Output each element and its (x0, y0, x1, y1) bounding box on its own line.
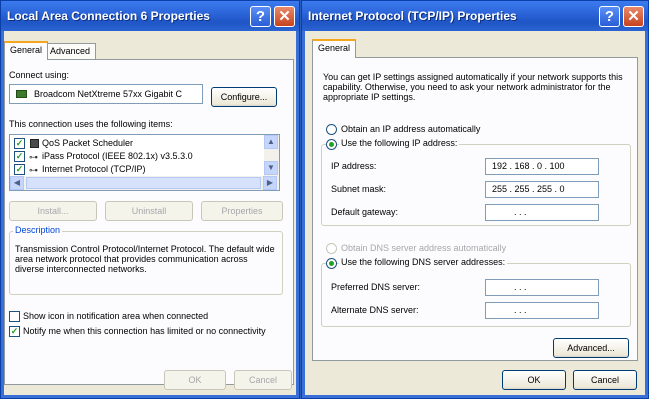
uninstall-button[interactable]: Uninstall (105, 201, 193, 221)
adapter-name: Broadcom NetXtreme 57xx Gigabit C (34, 89, 183, 99)
preferred-dns-field[interactable]: . . . (485, 279, 599, 296)
list-item[interactable]: ✓ QoS Packet Scheduler (10, 137, 260, 150)
use-following-ip-label: Use the following IP address: (339, 138, 460, 148)
qos-checkbox[interactable]: ✓ (14, 138, 25, 149)
use-following-dns-label: Use the following DNS server addresses: (339, 257, 508, 267)
items-label: This connection uses the following items… (9, 119, 173, 129)
left-general-panel: Connect using: Broadcom NetXtreme 57xx G… (4, 59, 294, 385)
right-cancel-button[interactable]: Cancel (573, 370, 637, 390)
scroll-down-icon[interactable]: ▼ (264, 161, 278, 175)
gateway-label: Default gateway: (331, 207, 399, 217)
gateway-field[interactable]: . . . (485, 204, 599, 221)
ip-address-label: IP address: (331, 161, 377, 171)
preferred-dns-label: Preferred DNS server: (331, 282, 421, 292)
qos-icon (30, 139, 39, 148)
right-general-panel: You can get IP settings assigned automat… (312, 57, 638, 361)
obtain-ip-auto-radio[interactable] (326, 124, 337, 135)
qos-label: QoS Packet Scheduler (42, 138, 134, 148)
adapter-name-box: Broadcom NetXtreme 57xx Gigabit C (9, 84, 203, 104)
description-text: Transmission Control Protocol/Internet P… (15, 244, 275, 274)
tcpip-properties-window: Internet Protocol (TCP/IP) Properties ? … (301, 0, 649, 399)
left-window-title: Local Area Connection 6 Properties (7, 9, 210, 23)
show-icon-label: Show icon in notification area when conn… (23, 311, 209, 321)
connect-using-label: Connect using: (9, 70, 70, 80)
install-button[interactable]: Install... (9, 201, 97, 221)
properties-button[interactable]: Properties (201, 201, 283, 221)
list-item[interactable]: ✓ ⊶ iPass Protocol (IEEE 802.1x) v3.5.3.… (10, 150, 260, 163)
show-icon-checkbox[interactable] (9, 311, 20, 322)
horizontal-scrollbar[interactable]: ◀ ▶ (10, 176, 279, 190)
ipass-label: iPass Protocol (IEEE 802.1x) v3.5.3.0 (42, 151, 193, 161)
obtain-dns-auto-radio[interactable] (326, 243, 337, 254)
subnet-field[interactable]: 255 . 255 . 255 . 0 (485, 181, 599, 198)
components-list: ✓ QoS Packet Scheduler ✓ ⊶ iPass Protoco… (9, 134, 280, 191)
tab-advanced-label: Advanced (50, 46, 91, 56)
local-area-connection-window: Local Area Connection 6 Properties ? ✕ G… (0, 0, 300, 399)
alternate-dns-field[interactable]: . . . (485, 302, 599, 319)
left-ok-button[interactable]: OK (164, 370, 226, 390)
tcpip-checkbox[interactable]: ✓ (14, 164, 25, 175)
notify-checkbox[interactable]: ✓ (9, 326, 20, 337)
advanced-button[interactable]: Advanced... (553, 338, 629, 358)
left-cancel-button[interactable]: Cancel (234, 370, 292, 390)
tab-general[interactable]: General (312, 39, 357, 58)
scroll-up-icon[interactable]: ▲ (264, 135, 278, 149)
right-ok-button[interactable]: OK (502, 370, 566, 390)
right-window-title: Internet Protocol (TCP/IP) Properties (308, 9, 517, 23)
right-help-button[interactable]: ? (599, 6, 620, 27)
left-close-button[interactable]: ✕ (274, 6, 295, 27)
list-item[interactable]: ✓ ⊶ Internet Protocol (TCP/IP) (10, 163, 260, 176)
protocol-icon: ⊶ (29, 152, 38, 162)
tcpip-label: Internet Protocol (TCP/IP) (42, 164, 146, 174)
scroll-right-icon[interactable]: ▶ (263, 176, 277, 190)
intro-text: You can get IP settings assigned automat… (323, 72, 623, 102)
left-client-area: General Advanced Connect using: Broadcom… (4, 31, 296, 395)
tab-general-label: General (318, 43, 351, 53)
obtain-ip-auto-label: Obtain an IP address automatically (341, 124, 481, 134)
vertical-scrollbar[interactable]: ▲ ▼ (264, 135, 279, 176)
subnet-label: Subnet mask: (331, 184, 387, 194)
tab-general[interactable]: General (4, 41, 49, 60)
description-title: Description (13, 225, 63, 235)
tab-advanced[interactable]: Advanced (44, 43, 97, 60)
left-help-button[interactable]: ? (250, 6, 271, 27)
alternate-dns-label: Alternate DNS server: (331, 305, 419, 315)
protocol-icon: ⊶ (29, 165, 38, 175)
notify-label: Notify me when this connection has limit… (23, 326, 266, 336)
scroll-thumb[interactable] (26, 177, 261, 189)
use-following-ip-radio[interactable] (326, 139, 337, 150)
network-adapter-icon (16, 90, 27, 98)
ip-address-field[interactable]: 192 . 168 . 0 . 100 (485, 158, 599, 175)
right-close-button[interactable]: ✕ (623, 6, 644, 27)
tab-general-label: General (10, 45, 43, 55)
scroll-left-icon[interactable]: ◀ (10, 176, 24, 190)
use-following-dns-radio[interactable] (326, 258, 337, 269)
configure-button[interactable]: Configure... (211, 87, 277, 107)
ipass-checkbox[interactable]: ✓ (14, 151, 25, 162)
right-client-area: General You can get IP settings assigned… (305, 31, 645, 395)
obtain-dns-auto-label: Obtain DNS server address automatically (341, 243, 507, 253)
right-title-bar: Internet Protocol (TCP/IP) Properties (302, 1, 648, 31)
